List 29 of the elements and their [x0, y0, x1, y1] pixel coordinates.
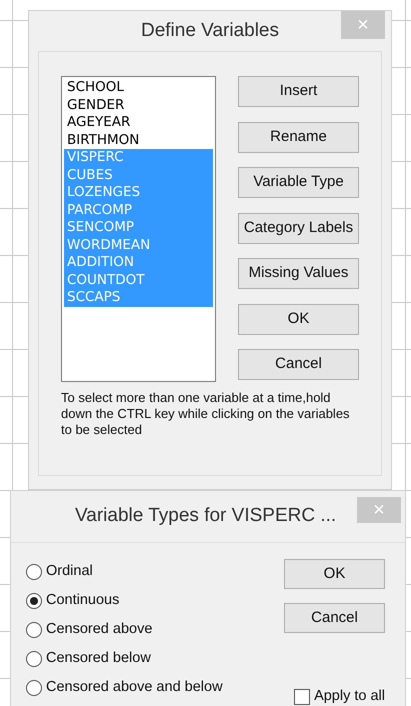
variable-list[interactable]: SCHOOL GENDER AGEYEAR BIRTHMON VISPERC CUBES LOZENGES PARCOMP SENCOMP WORDMEAN ADDITION COUNTDOT SCCAPS	[61, 76, 216, 382]
dialog-button[interactable]: Rename	[238, 122, 359, 152]
radio-icon[interactable]	[26, 622, 42, 638]
window-title: Define Variables	[140, 18, 279, 43]
dialog-button[interactable]: Cancel	[238, 349, 359, 380]
dialog-button[interactable]: Insert	[238, 76, 359, 107]
dialog-button[interactable]: Missing Values	[238, 258, 359, 289]
radio-option[interactable]: Censored above	[26, 620, 223, 640]
radio-icon[interactable]	[26, 680, 42, 696]
dialog-button[interactable]: Category Labels	[238, 212, 359, 244]
list-item[interactable]: BIRTHMON	[64, 132, 213, 149]
apply-checkbox[interactable]: Apply to all	[294, 686, 385, 706]
list-item[interactable]: SCHOOL	[64, 79, 213, 96]
list-item[interactable]: GENDER	[64, 96, 213, 114]
radio-option[interactable]: Censored above and below	[26, 678, 223, 698]
dialog-button[interactable]: OK	[238, 304, 359, 334]
dialog-button[interactable]: OK	[284, 559, 385, 589]
dialog-button[interactable]: Cancel	[284, 603, 385, 633]
help-text: To select more than one variable at a time,hold down the CTRL key while clicking on the variables to be selected	[61, 390, 351, 438]
window-title: Variable Types for VISPERC ...	[75, 504, 336, 528]
checkbox-icon[interactable]	[294, 688, 310, 705]
list-item[interactable]: AGEYEAR	[64, 114, 213, 132]
radio-icon[interactable]	[26, 651, 42, 667]
radio-icon[interactable]	[26, 593, 42, 609]
radio-option[interactable]: Continuous	[26, 591, 223, 611]
radio-option[interactable]: Ordinal	[26, 562, 223, 582]
radio-icon[interactable]	[26, 564, 42, 580]
dialog-button[interactable]: Variable Type	[238, 167, 359, 198]
radio-option[interactable]: Censored below	[26, 649, 223, 669]
